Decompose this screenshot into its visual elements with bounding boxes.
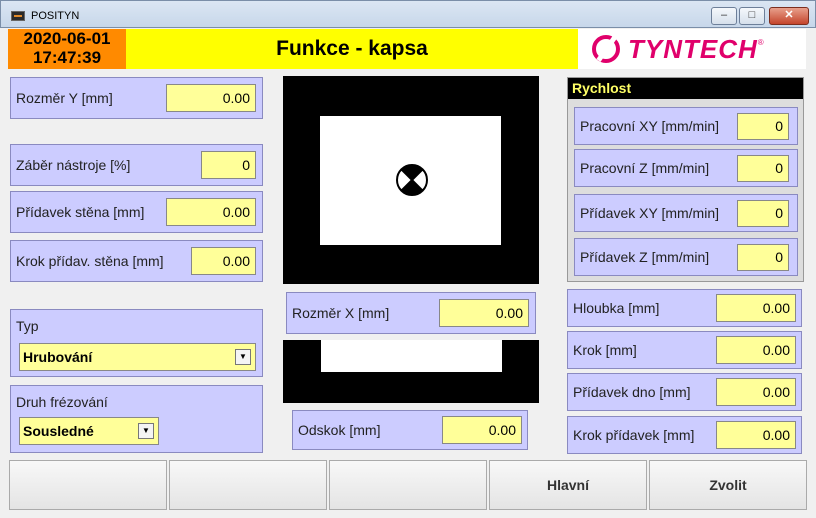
pridavek-z-panel: Přídavek Z [mm/min] 0 [574,238,798,276]
function-button-1[interactable] [9,460,167,510]
pridavek-dno-input[interactable]: 0.00 [716,378,796,406]
druh-select-value: Sousledné [23,423,94,439]
rozmer-x-input[interactable]: 0.00 [439,299,529,327]
page-title: Funkce - kapsa [126,29,578,69]
zaber-input[interactable]: 0 [201,151,256,179]
app-icon [11,11,25,21]
krok-pridav-stena-input[interactable]: 0.00 [191,247,256,275]
hloubka-input[interactable]: 0.00 [716,294,796,322]
rozmer-y-panel: Rozměr Y [mm] 0.00 [10,77,263,119]
window-title: POSITYN [31,10,80,22]
pracovni-xy-panel: Pracovní XY [mm/min] 0 [574,107,798,145]
speed-title: Rychlost [568,78,803,99]
window-titlebar: POSITYN – □ ✕ [0,0,816,28]
datetime-display: 2020-06-01 17:47:39 [8,29,126,69]
pocket-preview-side [283,340,539,403]
druh-panel: Druh frézování Sousledné ▼ [10,385,263,453]
pridavek-z-label: Přídavek Z [mm/min] [580,249,710,265]
krok-input[interactable]: 0.00 [716,336,796,364]
close-button[interactable]: ✕ [769,7,809,25]
registered-mark: ® [757,37,764,47]
pracovni-xy-input[interactable]: 0 [737,113,789,140]
rozmer-y-label: Rozměr Y [mm] [16,90,113,106]
date-text: 2020-06-01 [23,29,111,48]
pracovni-z-panel: Pracovní Z [mm/min] 0 [574,149,798,187]
pridavek-xy-label: Přídavek XY [mm/min] [580,205,720,221]
tool-center-icon [396,164,428,196]
zvolit-button[interactable]: Zvolit [649,460,807,510]
hlavni-button[interactable]: Hlavní [489,460,647,510]
druh-select[interactable]: Sousledné ▼ [19,417,159,445]
krok-pridavek-label: Krok přídavek [mm] [573,427,695,443]
pridavek-stena-label: Přídavek stěna [mm] [16,204,145,220]
chevron-down-icon[interactable]: ▼ [235,349,251,365]
typ-select-value: Hrubování [23,349,93,365]
pocket-preview-top [283,76,539,284]
pracovni-xy-label: Pracovní XY [mm/min] [580,118,720,134]
company-logo: TYNTECH ® [578,29,806,69]
hloubka-label: Hloubka [mm] [573,300,660,316]
pridavek-z-input[interactable]: 0 [737,244,789,271]
pocket-side-area [321,340,502,372]
rozmer-x-label: Rozměr X [mm] [292,305,390,321]
speed-group: Rychlost Pracovní XY [mm/min] 0 Pracovní… [567,77,804,282]
odskok-panel: Odskok [mm] 0.00 [292,410,528,450]
pridavek-stena-input[interactable]: 0.00 [166,198,256,226]
typ-panel: Typ Hrubování ▼ [10,309,263,377]
rozmer-y-input[interactable]: 0.00 [166,84,256,112]
pracovni-z-label: Pracovní Z [mm/min] [580,160,710,176]
krok-label: Krok [mm] [573,342,637,358]
hloubka-panel: Hloubka [mm] 0.00 [567,289,802,327]
function-button-3[interactable] [329,460,487,510]
odskok-label: Odskok [mm] [298,422,381,438]
pridavek-dno-panel: Přídavek dno [mm] 0.00 [567,373,802,411]
krok-pridavek-input[interactable]: 0.00 [716,421,796,449]
pocket-preview-area [320,116,501,245]
minimize-button[interactable]: – [711,7,737,25]
function-button-2[interactable] [169,460,327,510]
pracovni-z-input[interactable]: 0 [737,155,789,182]
rozmer-x-panel: Rozměr X [mm] 0.00 [286,292,536,334]
krok-pridavek-panel: Krok přídavek [mm] 0.00 [567,416,802,454]
pridavek-dno-label: Přídavek dno [mm] [573,384,691,400]
krok-panel: Krok [mm] 0.00 [567,331,802,369]
maximize-button[interactable]: □ [739,7,765,25]
logo-text: TYNTECH [628,33,758,64]
zaber-label: Záběr nástroje [%] [16,157,131,173]
time-text: 17:47:39 [32,48,102,67]
pridavek-xy-panel: Přídavek XY [mm/min] 0 [574,194,798,232]
pridavek-xy-input[interactable]: 0 [737,200,789,227]
main-client-area: 2020-06-01 17:47:39 Funkce - kapsa TYNTE… [0,28,816,518]
pridavek-stena-panel: Přídavek stěna [mm] 0.00 [10,191,263,233]
druh-label: Druh frézování [16,394,108,410]
odskok-input[interactable]: 0.00 [442,416,522,444]
chevron-down-icon[interactable]: ▼ [138,423,154,439]
zaber-panel: Záběr nástroje [%] 0 [10,144,263,186]
logo-mark-icon [592,35,620,63]
krok-pridav-stena-panel: Krok přídav. stěna [mm] 0.00 [10,240,263,282]
typ-select[interactable]: Hrubování ▼ [19,343,256,371]
typ-label: Typ [16,318,39,334]
krok-pridav-stena-label: Krok přídav. stěna [mm] [16,253,164,269]
